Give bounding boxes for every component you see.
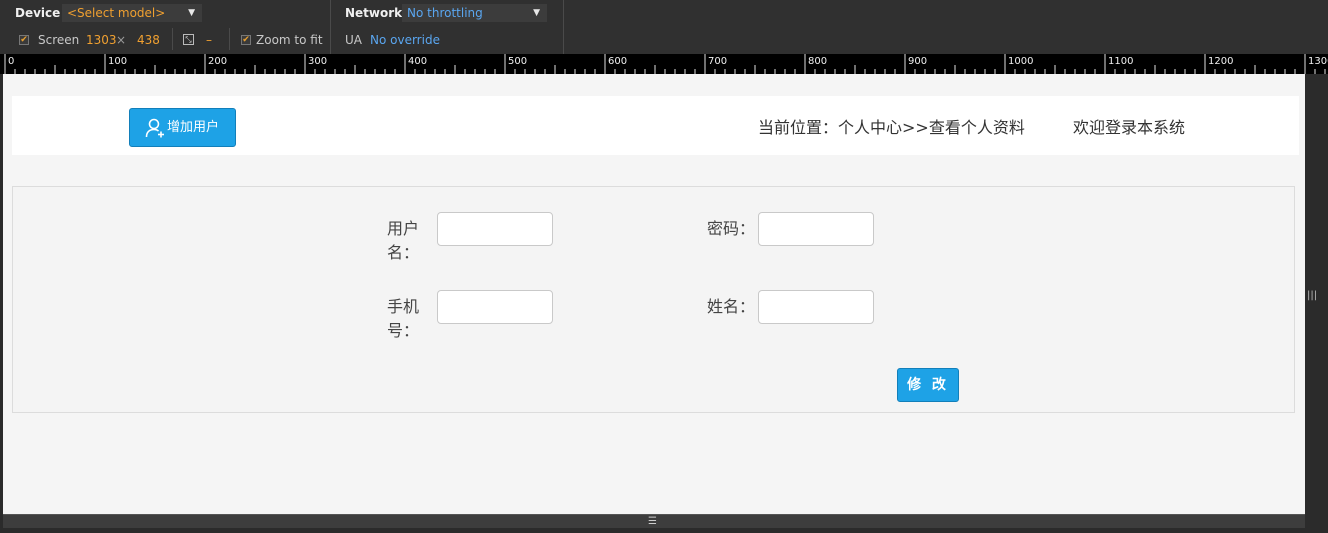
bottom-resize-bar: ☰: [3, 514, 1305, 528]
screen-checkbox[interactable]: ✔: [19, 35, 29, 45]
device-pixel-ratio-value[interactable]: –: [206, 33, 212, 47]
swap-dimensions-icon[interactable]: ⤡: [183, 34, 194, 45]
ua-label: UA: [345, 33, 362, 47]
chevron-down-icon: ▼: [533, 8, 540, 18]
right-resize-gutter: |||: [1305, 74, 1328, 533]
name-label: 姓名：: [707, 297, 756, 316]
toolbar-divider: [330, 0, 331, 54]
ruler-tick-label: 1000: [1008, 56, 1033, 67]
username-label-line2: 名：: [387, 243, 420, 262]
emulated-viewport: 增加用户 当前位置：个人中心>>查看个人资料 欢迎登录本系统 用户 名： 密码：…: [3, 74, 1305, 514]
resize-handle-icon[interactable]: ☰: [648, 515, 657, 528]
password-label: 密码：: [707, 219, 756, 238]
ua-value[interactable]: No override: [370, 33, 440, 47]
username-input[interactable]: [437, 212, 553, 246]
add-user-button-label: 增加用户: [167, 120, 220, 135]
ruler-tick-label: 600: [608, 56, 627, 67]
device-model-value: <Select model>: [67, 6, 166, 20]
ruler-tick-label: 400: [408, 56, 427, 67]
password-input[interactable]: [758, 212, 874, 246]
network-throttling-select[interactable]: No throttling ▼: [402, 4, 547, 22]
times-sign: ×: [116, 33, 127, 47]
ruler-tick-label: 700: [708, 56, 727, 67]
ruler-tick-label: 0: [8, 56, 14, 67]
zoom-to-fit-label: Zoom to fit: [256, 33, 323, 47]
ruler-tick-label: 100: [108, 56, 127, 67]
breadcrumb: 当前位置：个人中心>>查看个人资料: [758, 118, 1025, 137]
profile-form-panel: [12, 186, 1295, 413]
chevron-down-icon: ▼: [188, 8, 195, 18]
username-label-line1: 用户: [387, 219, 420, 238]
phone-input[interactable]: [437, 290, 553, 324]
phone-label-line1: 手机: [387, 297, 420, 316]
ruler-tick-label: 300: [308, 56, 327, 67]
ruler-ticks: 0 100 200 300 400 500 600 700 800 900 1000 1100 1200…: [4, 54, 1328, 74]
ruler-tick-label: 1100: [1108, 56, 1133, 67]
ruler-tick-label: 900: [908, 56, 927, 67]
zoom-to-fit-checkbox[interactable]: ✔: [241, 35, 251, 45]
toolbar-divider: [563, 0, 564, 54]
screen-label: Screen: [38, 33, 80, 47]
ruler-tick-label: 200: [208, 56, 227, 67]
network-label: Network: [345, 6, 403, 20]
screen-height-value[interactable]: 438: [137, 33, 160, 47]
welcome-text: 欢迎登录本系统: [1073, 118, 1186, 137]
phone-label-line2: 号：: [387, 321, 420, 340]
toolbar-divider: [172, 28, 173, 50]
device-label: Device: [15, 6, 61, 20]
screen-width-value[interactable]: 1303: [86, 33, 117, 47]
add-user-button[interactable]: 增加用户: [129, 108, 236, 147]
network-throttling-value: No throttling: [407, 6, 483, 20]
name-input[interactable]: [758, 290, 874, 324]
resize-handle-icon[interactable]: |||: [1307, 290, 1317, 301]
toolbar-divider: [229, 28, 230, 50]
ruler-tick-label: 1300: [1308, 56, 1328, 67]
ruler-tick-label: 1200: [1208, 56, 1233, 67]
pixel-ruler: 0 100 200 300 400 500 600 700 800 900 1000 1100 1200…: [0, 54, 1328, 74]
modify-button[interactable]: 修 改: [897, 368, 959, 402]
ruler-tick-label: 500: [508, 56, 527, 67]
device-emulation-toolbar: Device <Select model> ▼ ✔ Screen 1303 × …: [0, 0, 1328, 54]
ruler-tick-label: 800: [808, 56, 827, 67]
add-user-icon: [145, 118, 164, 138]
device-model-select[interactable]: <Select model> ▼: [62, 4, 202, 22]
